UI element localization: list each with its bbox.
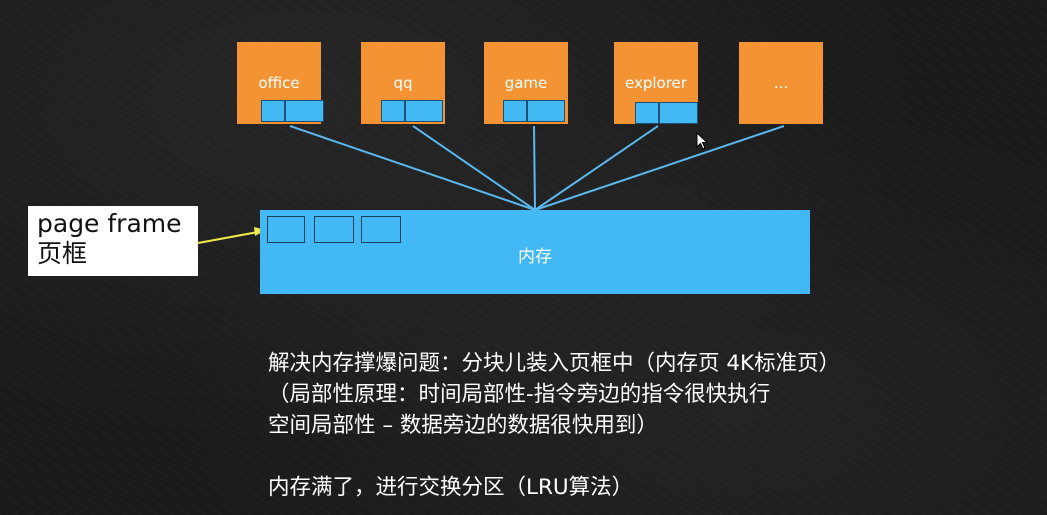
- process-label: ...: [773, 74, 789, 92]
- page-frame-callout: page frame 页框: [28, 206, 198, 276]
- callout-line-1: page frame: [37, 209, 182, 238]
- process-page: [261, 100, 285, 122]
- explanation-notes: 解决内存撑爆问题：分块儿装入页框中（内存页 4K标准页） （局部性原理：时间局部…: [268, 348, 1028, 503]
- link-explorer: [534, 125, 659, 211]
- mouse-cursor-icon: [696, 132, 708, 150]
- memory-label: 内存: [518, 247, 552, 267]
- link-office: [289, 125, 536, 211]
- note-line: 解决内存撑爆问题：分块儿装入页框中（内存页 4K标准页）: [268, 351, 841, 376]
- note-line: [268, 441, 1028, 472]
- page-frame: [267, 216, 305, 243]
- process-qq: qq: [361, 42, 445, 124]
- process-page: [405, 100, 443, 122]
- process-more: ...: [739, 42, 823, 124]
- page-frame: [361, 216, 401, 243]
- note-line: 内存满了，进行交换分区（LRU算法）: [268, 475, 634, 500]
- callout-arrow-line: [197, 231, 259, 244]
- page-frame: [314, 216, 354, 243]
- note-line: （局部性原理：时间局部性-指令旁边的指令很快执行: [268, 382, 771, 407]
- note-line: 空间局部性 – 数据旁边的数据很快用到）: [268, 413, 658, 438]
- process-label: qq: [393, 74, 413, 92]
- process-office: office: [237, 42, 324, 124]
- process-label: explorer: [625, 74, 687, 92]
- memory-block: 内存: [260, 210, 810, 294]
- process-label: office: [258, 74, 300, 92]
- process-label: game: [504, 74, 548, 92]
- callout-line-2: 页框: [37, 239, 88, 268]
- slide-background: office qq game explorer ... 内存 page fram…: [0, 0, 1047, 515]
- process-explorer: explorer: [614, 42, 698, 124]
- process-page: [285, 100, 324, 122]
- process-page: [503, 100, 527, 122]
- link-more: [534, 125, 785, 211]
- process-page: [659, 102, 698, 124]
- process-game: game: [484, 42, 568, 124]
- process-page: [635, 102, 659, 124]
- link-qq: [412, 125, 536, 211]
- process-page: [527, 100, 565, 122]
- link-game: [533, 125, 536, 211]
- process-page: [381, 100, 405, 122]
